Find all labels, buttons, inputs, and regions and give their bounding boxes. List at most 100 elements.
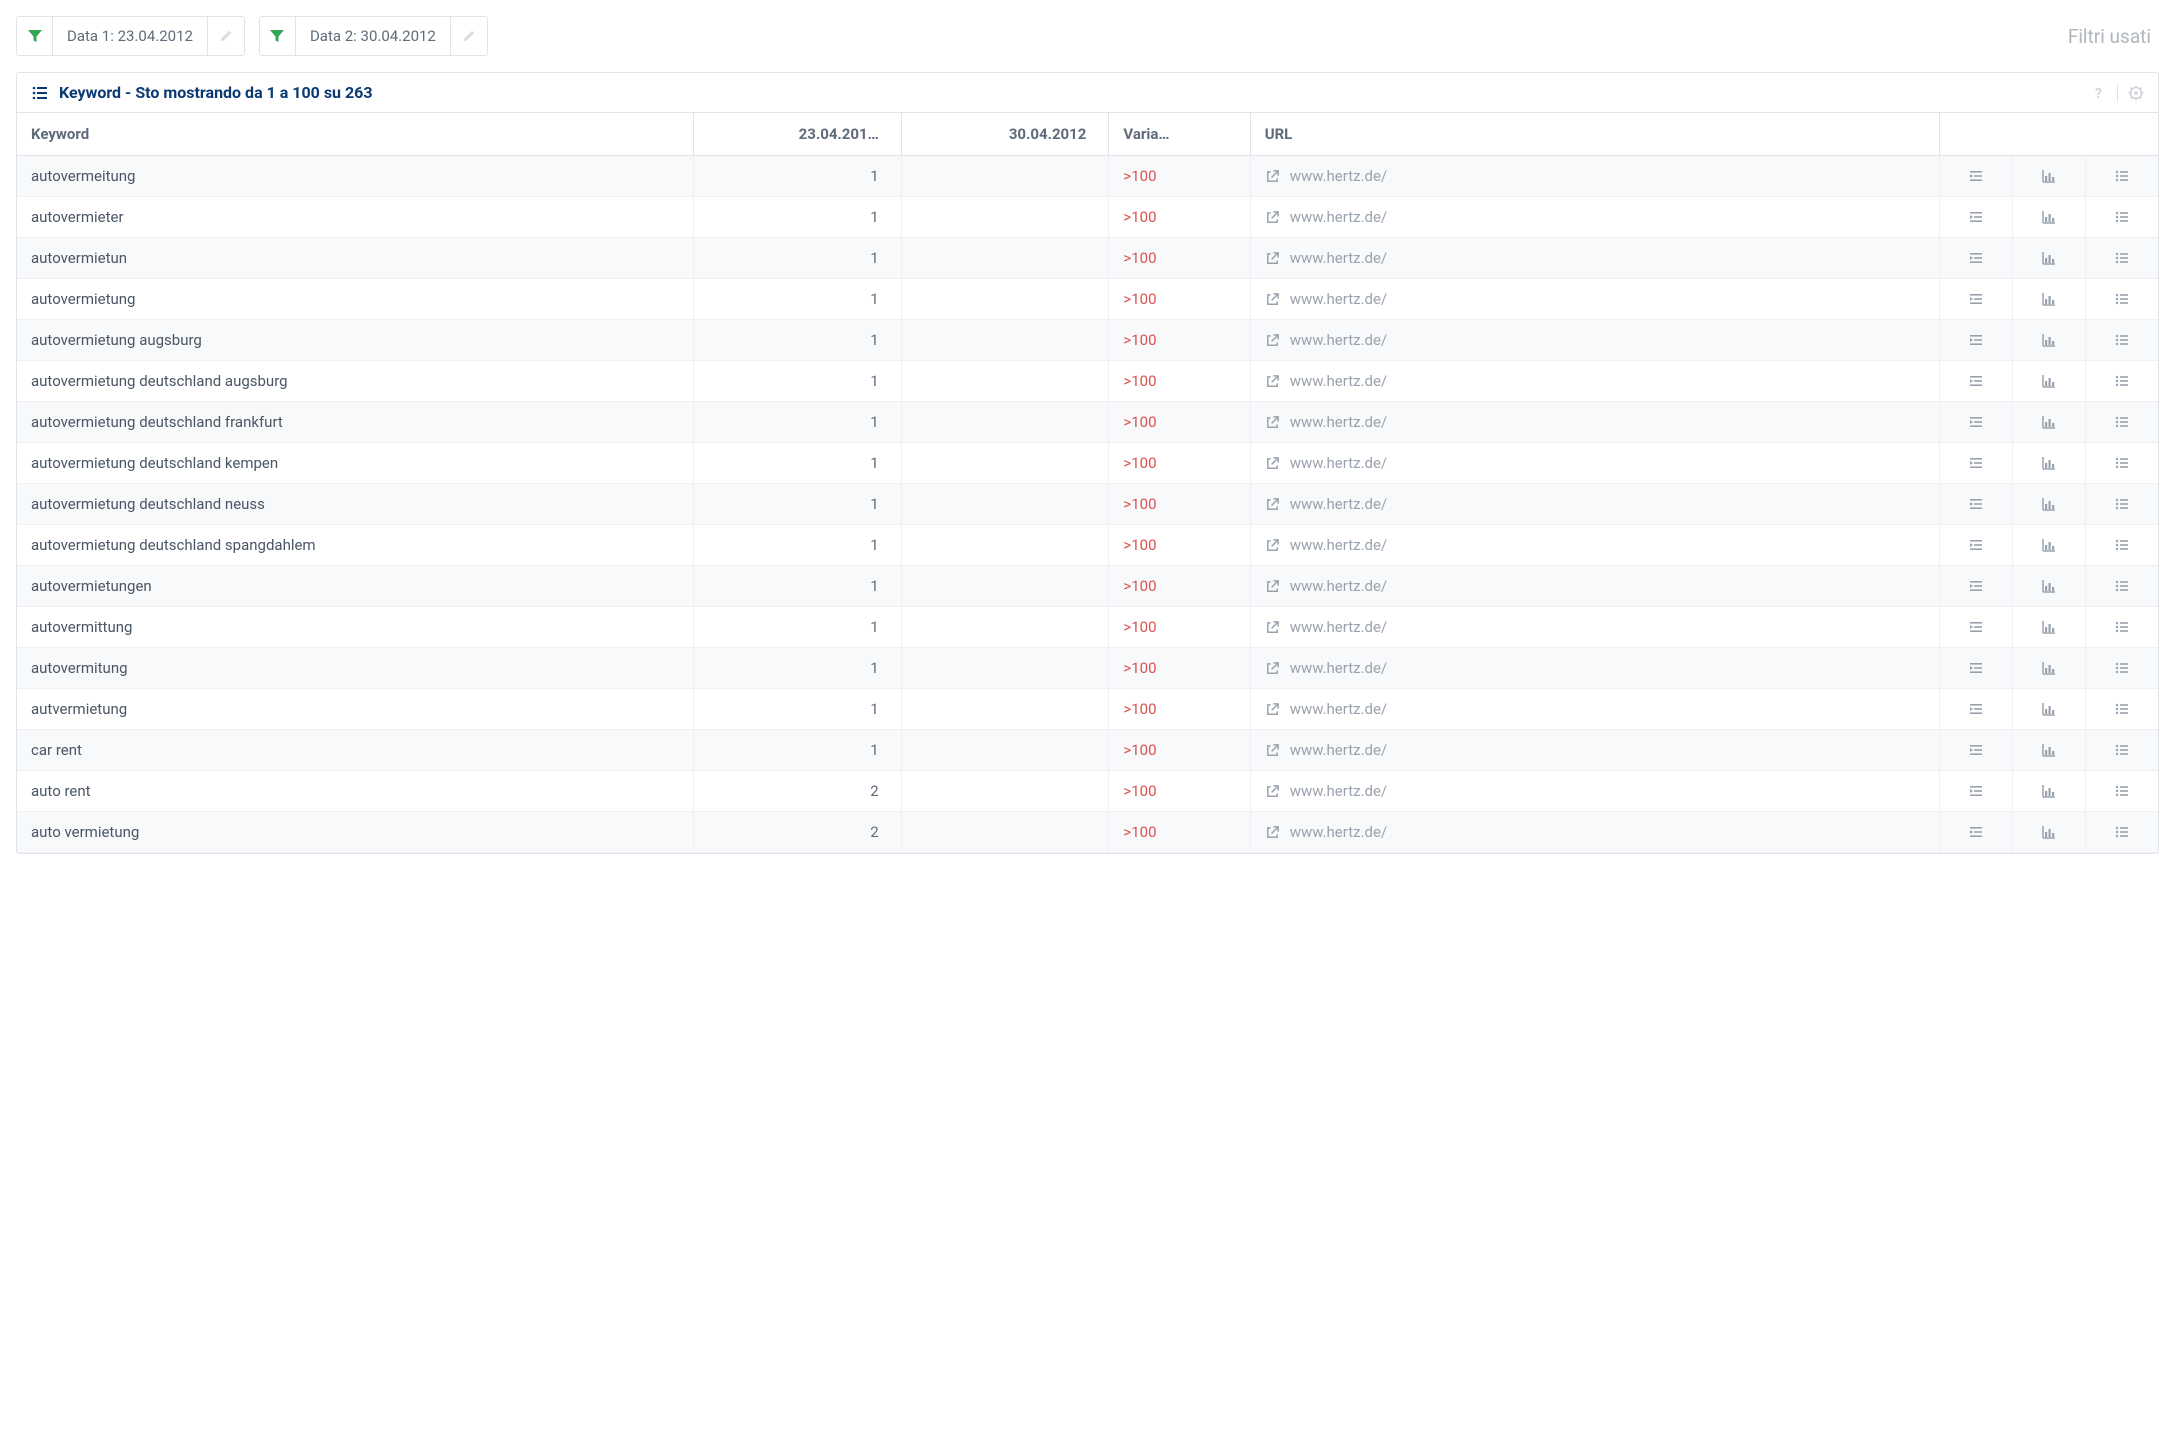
row-action-serp[interactable] <box>1940 689 2012 729</box>
row-action-details[interactable] <box>2085 279 2158 319</box>
row-action-history[interactable] <box>2012 238 2085 278</box>
row-action-serp[interactable] <box>1940 607 2012 647</box>
cell-keyword[interactable]: autovermietung deutschland kempen <box>17 443 694 484</box>
cell-keyword[interactable]: car rent <box>17 730 694 771</box>
url-text[interactable]: www.hertz.de/ <box>1290 495 1387 513</box>
open-url-button[interactable] <box>1265 374 1280 389</box>
row-action-details[interactable] <box>2085 156 2158 196</box>
row-action-history[interactable] <box>2012 771 2085 811</box>
date-filter-2-label[interactable]: Data 2: 30.04.2012 <box>296 17 451 55</box>
cell-keyword[interactable]: autovermietung deutschland frankfurt <box>17 402 694 443</box>
row-action-serp[interactable] <box>1940 484 2012 524</box>
row-action-history[interactable] <box>2012 484 2085 524</box>
row-action-details[interactable] <box>2085 566 2158 606</box>
open-url-button[interactable] <box>1265 702 1280 717</box>
open-url-button[interactable] <box>1265 292 1280 307</box>
help-icon[interactable]: ? <box>2091 85 2107 101</box>
row-action-serp[interactable] <box>1940 402 2012 442</box>
row-action-details[interactable] <box>2085 197 2158 237</box>
open-url-button[interactable] <box>1265 538 1280 553</box>
row-action-details[interactable] <box>2085 812 2158 852</box>
row-action-details[interactable] <box>2085 238 2158 278</box>
row-action-history[interactable] <box>2012 361 2085 401</box>
row-action-details[interactable] <box>2085 402 2158 442</box>
filters-used-link[interactable]: Filtri usati <box>2068 25 2159 48</box>
url-text[interactable]: www.hertz.de/ <box>1290 536 1387 554</box>
cell-keyword[interactable]: autovermietungen <box>17 566 694 607</box>
col-header-date1[interactable]: 23.04.201… <box>694 113 902 156</box>
row-action-history[interactable] <box>2012 525 2085 565</box>
open-url-button[interactable] <box>1265 169 1280 184</box>
url-text[interactable]: www.hertz.de/ <box>1290 290 1387 308</box>
row-action-history[interactable] <box>2012 197 2085 237</box>
cell-keyword[interactable]: autovermietung deutschland spangdahlem <box>17 525 694 566</box>
url-text[interactable]: www.hertz.de/ <box>1290 331 1387 349</box>
open-url-button[interactable] <box>1265 661 1280 676</box>
row-action-serp[interactable] <box>1940 812 2012 852</box>
open-url-button[interactable] <box>1265 825 1280 840</box>
open-url-button[interactable] <box>1265 415 1280 430</box>
cell-keyword[interactable]: autovermittung <box>17 607 694 648</box>
open-url-button[interactable] <box>1265 497 1280 512</box>
row-action-serp[interactable] <box>1940 238 2012 278</box>
row-action-history[interactable] <box>2012 320 2085 360</box>
url-text[interactable]: www.hertz.de/ <box>1290 823 1387 841</box>
row-action-history[interactable] <box>2012 156 2085 196</box>
cell-keyword[interactable]: autovermietun <box>17 238 694 279</box>
row-action-details[interactable] <box>2085 730 2158 770</box>
row-action-details[interactable] <box>2085 361 2158 401</box>
row-action-serp[interactable] <box>1940 525 2012 565</box>
cell-keyword[interactable]: autovermietung deutschland augsburg <box>17 361 694 402</box>
url-text[interactable]: www.hertz.de/ <box>1290 167 1387 185</box>
cell-keyword[interactable]: autvermietung <box>17 689 694 730</box>
row-action-history[interactable] <box>2012 402 2085 442</box>
row-action-history[interactable] <box>2012 566 2085 606</box>
cell-keyword[interactable]: autovermietung <box>17 279 694 320</box>
cell-keyword[interactable]: autovermietung augsburg <box>17 320 694 361</box>
cell-keyword[interactable]: autovermeitung <box>17 156 694 197</box>
row-action-serp[interactable] <box>1940 361 2012 401</box>
row-action-details[interactable] <box>2085 320 2158 360</box>
row-action-serp[interactable] <box>1940 566 2012 606</box>
row-action-history[interactable] <box>2012 730 2085 770</box>
open-url-button[interactable] <box>1265 456 1280 471</box>
row-action-history[interactable] <box>2012 279 2085 319</box>
open-url-button[interactable] <box>1265 210 1280 225</box>
row-action-history[interactable] <box>2012 607 2085 647</box>
row-action-details[interactable] <box>2085 648 2158 688</box>
row-action-history[interactable] <box>2012 812 2085 852</box>
row-action-serp[interactable] <box>1940 771 2012 811</box>
row-action-details[interactable] <box>2085 443 2158 483</box>
date-filter-1-edit[interactable] <box>208 17 244 55</box>
url-text[interactable]: www.hertz.de/ <box>1290 659 1387 677</box>
open-url-button[interactable] <box>1265 784 1280 799</box>
url-text[interactable]: www.hertz.de/ <box>1290 249 1387 267</box>
row-action-details[interactable] <box>2085 607 2158 647</box>
url-text[interactable]: www.hertz.de/ <box>1290 413 1387 431</box>
col-header-date2[interactable]: 30.04.2012 <box>901 113 1109 156</box>
url-text[interactable]: www.hertz.de/ <box>1290 577 1387 595</box>
filter-icon-button-1[interactable] <box>17 17 53 55</box>
col-header-variation[interactable]: Varia… <box>1109 113 1250 156</box>
open-url-button[interactable] <box>1265 333 1280 348</box>
cell-keyword[interactable]: auto vermietung <box>17 812 694 853</box>
row-action-serp[interactable] <box>1940 320 2012 360</box>
url-text[interactable]: www.hertz.de/ <box>1290 741 1387 759</box>
url-text[interactable]: www.hertz.de/ <box>1290 372 1387 390</box>
filter-icon-button-2[interactable] <box>260 17 296 55</box>
url-text[interactable]: www.hertz.de/ <box>1290 208 1387 226</box>
open-url-button[interactable] <box>1265 251 1280 266</box>
row-action-history[interactable] <box>2012 443 2085 483</box>
row-action-serp[interactable] <box>1940 156 2012 196</box>
row-action-serp[interactable] <box>1940 279 2012 319</box>
cell-keyword[interactable]: auto rent <box>17 771 694 812</box>
open-url-button[interactable] <box>1265 743 1280 758</box>
row-action-serp[interactable] <box>1940 648 2012 688</box>
date-filter-2-edit[interactable] <box>451 17 487 55</box>
row-action-serp[interactable] <box>1940 730 2012 770</box>
url-text[interactable]: www.hertz.de/ <box>1290 700 1387 718</box>
row-action-details[interactable] <box>2085 771 2158 811</box>
row-action-details[interactable] <box>2085 484 2158 524</box>
row-action-history[interactable] <box>2012 689 2085 729</box>
cell-keyword[interactable]: autovermietung deutschland neuss <box>17 484 694 525</box>
